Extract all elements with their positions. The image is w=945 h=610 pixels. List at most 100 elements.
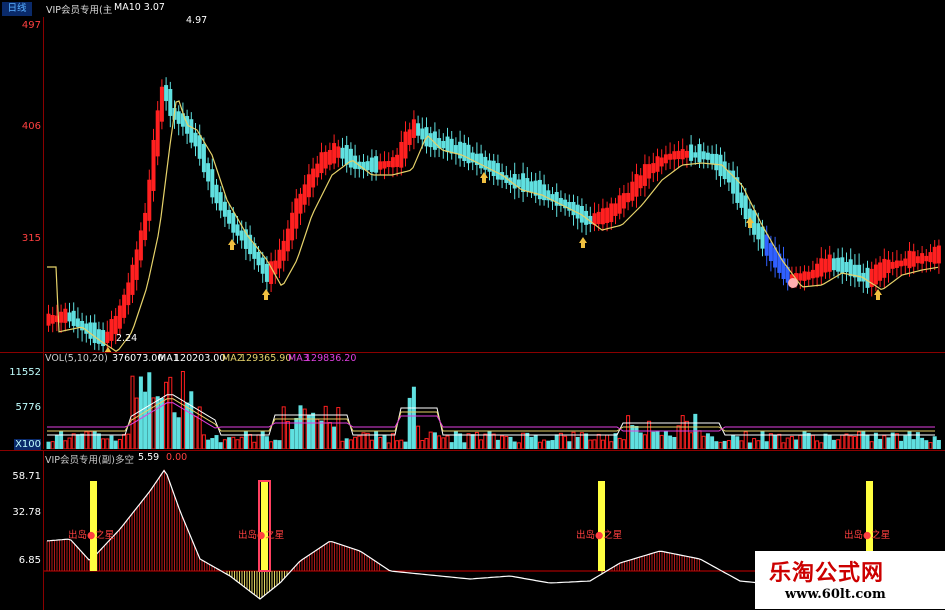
volume-bar: [46, 441, 51, 449]
volume-bar: [495, 439, 500, 449]
price-candle: [386, 160, 391, 168]
volume-bar: [248, 433, 253, 449]
volume-bar: [466, 433, 471, 449]
price-candle: [189, 119, 194, 143]
volume-bar: [193, 416, 198, 449]
price-candle: [235, 224, 240, 236]
volume-bar: [500, 435, 505, 449]
volume-bar: [252, 441, 257, 449]
price-candle: [462, 142, 467, 162]
volume-bar: [315, 418, 320, 449]
volume-bar: [327, 422, 332, 449]
price-candle: [899, 260, 904, 267]
volume-bar: [332, 426, 337, 449]
price-candle: [680, 149, 685, 160]
volume-bar: [529, 436, 534, 449]
volume-bar: [134, 397, 139, 449]
volume-bar: [130, 375, 135, 449]
volume-bar: [710, 436, 715, 449]
signal-label-1: 出岛●之星: [68, 530, 115, 541]
price-candle: [168, 89, 173, 116]
volume-bar: [575, 436, 580, 449]
volume-bar: [92, 431, 97, 449]
price-candle: [722, 161, 727, 180]
volume-bar: [273, 439, 278, 449]
volume-bar: [416, 425, 421, 449]
volume-bar: [655, 431, 660, 449]
price-candle: [227, 209, 232, 224]
price-candle: [668, 153, 673, 160]
volume-bar: [521, 432, 526, 449]
volume-bar: [563, 435, 568, 449]
price-candle: [491, 160, 496, 177]
volume-bar: [336, 407, 341, 449]
price-candle: [911, 251, 916, 267]
volume-bar: [428, 431, 433, 449]
price-candle: [63, 308, 68, 323]
main-chart[interactable]: 497 406 315 4.97 2.24: [0, 15, 945, 352]
price-candle: [445, 136, 450, 153]
volume-bar: [285, 420, 290, 449]
volume-bar: [672, 436, 677, 449]
volume-bar: [756, 440, 761, 449]
volume-bar: [936, 439, 941, 449]
price-candle: [147, 179, 152, 221]
volume-bar: [403, 441, 408, 449]
price-candle: [642, 164, 647, 186]
volume-bar: [264, 436, 269, 449]
price-candle: [836, 257, 841, 272]
price-candle: [663, 154, 668, 164]
price-candle: [743, 195, 748, 220]
volume-bar: [861, 430, 866, 449]
volume-bar: [621, 439, 626, 449]
volume-bar: [701, 435, 706, 449]
volume-bar: [80, 433, 85, 449]
price-candle: [390, 157, 395, 168]
signal-bar: [261, 481, 268, 571]
volume-bar: [743, 431, 748, 449]
price-candle: [453, 145, 458, 154]
price-candle: [214, 184, 219, 204]
volume-bar: [537, 441, 542, 449]
volume-bar: [227, 437, 232, 449]
buy-arrow-icon: [262, 289, 270, 300]
price-candle: [521, 173, 526, 193]
volume-bar: [865, 434, 870, 449]
price-candle: [848, 259, 853, 277]
price-candle: [193, 132, 198, 147]
price-candle: [525, 178, 530, 192]
volume-bar: [126, 433, 131, 449]
price-candle: [332, 143, 337, 164]
volume-bars: [46, 370, 941, 449]
price-candle: [529, 181, 534, 193]
volume-bar: [67, 437, 72, 449]
volume-bar: [739, 440, 744, 449]
price-candle: [693, 152, 698, 158]
volume-bar: [789, 435, 794, 449]
volume-panel[interactable]: VOL(5,10,20) 376073.00 MA1 120203.00 MA2…: [0, 352, 945, 450]
volume-bar: [705, 433, 710, 449]
price-candle: [516, 179, 521, 188]
timeframe-tab[interactable]: 日线: [2, 2, 32, 16]
price-candle: [739, 192, 744, 208]
volume-bar: [71, 433, 76, 449]
price-candle: [340, 147, 345, 159]
price-candle: [915, 256, 920, 264]
volume-bar: [680, 415, 685, 449]
price-candle: [105, 331, 110, 343]
volume-bar: [281, 406, 286, 449]
volume-bar: [596, 433, 601, 449]
price-candle: [449, 138, 454, 154]
volume-bar: [768, 433, 773, 449]
price-candle: [458, 141, 463, 159]
price-candle: [710, 153, 715, 164]
volume-bar: [894, 433, 899, 449]
price-candle: [831, 258, 836, 271]
price-candle: [802, 271, 807, 281]
price-candle: [672, 151, 677, 160]
price-candle: [151, 139, 156, 191]
price-candle: [281, 240, 286, 261]
volume-bar: [752, 438, 757, 449]
volume-bar: [697, 430, 702, 449]
price-candle: [231, 213, 236, 233]
